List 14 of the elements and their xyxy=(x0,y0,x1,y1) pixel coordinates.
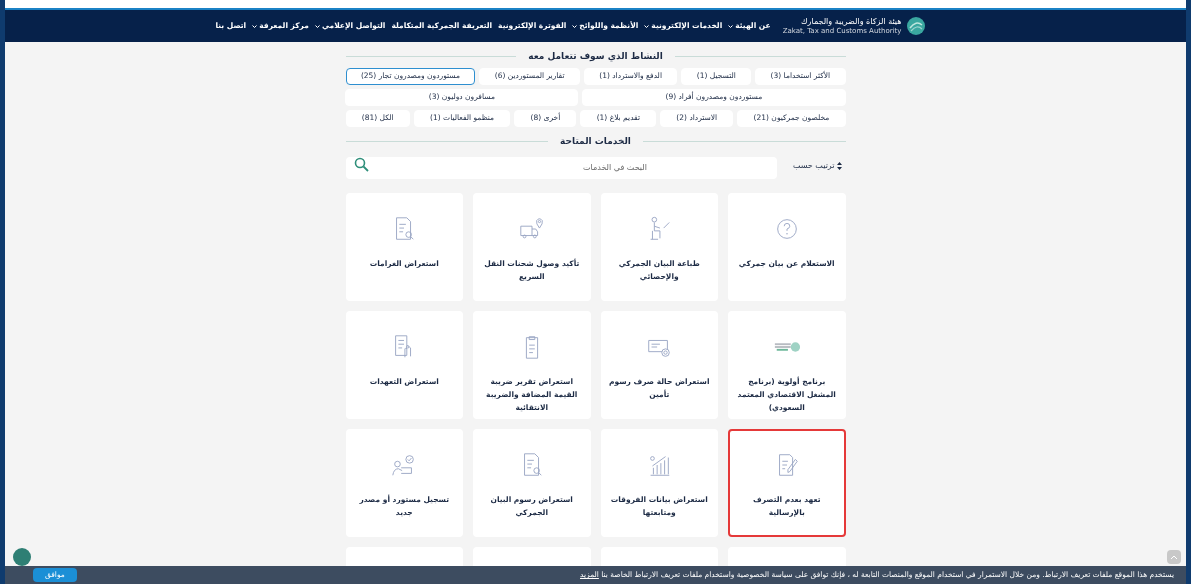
chevron-down-icon xyxy=(728,24,734,28)
chevron-up-icon xyxy=(1170,554,1178,560)
section-title: الخدمات المتاحة xyxy=(560,134,631,148)
chevron-down-icon xyxy=(314,24,320,28)
chevron-down-icon xyxy=(644,24,650,28)
chevron-down-icon xyxy=(572,24,578,28)
sort-icon xyxy=(836,161,842,170)
search-icon[interactable] xyxy=(353,157,369,172)
chevron-down-icon xyxy=(252,24,258,28)
logo-icon xyxy=(905,16,926,36)
search-field[interactable]: البحث في الخدمات xyxy=(345,156,777,179)
organization-name: هيئة الزكاة والضريبة والجمارك xyxy=(800,16,902,27)
sort-button[interactable]: ترتيب حسب xyxy=(792,159,846,172)
section-title: النشاط الذي سوف تتعامل معه xyxy=(528,50,663,64)
